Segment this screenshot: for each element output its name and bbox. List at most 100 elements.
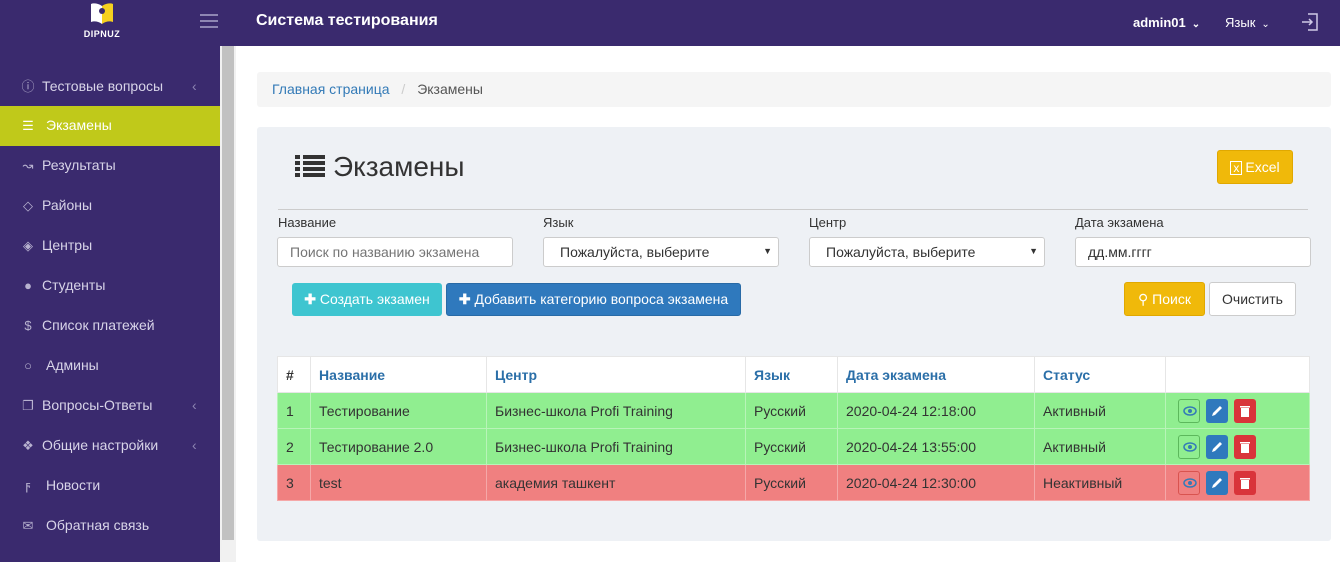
column-header-date[interactable]: Дата экзамена (837, 356, 1035, 393)
question-circle-icon: ⓘ (21, 79, 35, 94)
clear-button-label: Очистить (1222, 291, 1283, 307)
row-num: 2 (277, 428, 311, 465)
row-actions (1165, 392, 1310, 429)
sidebar-item-results[interactable]: ↝ Результаты (0, 146, 220, 186)
plus-icon: ✚ (458, 291, 471, 307)
trash-icon (1240, 477, 1250, 489)
sidebar-item-label: Результаты (42, 157, 116, 173)
add-question-category-button[interactable]: ✚ Добавить категорию вопроса экзамена (446, 283, 741, 316)
comments-icon: ✉ (22, 518, 34, 533)
language-label: Язык (1225, 15, 1256, 30)
sidebar-item-districts[interactable]: ◇ Районы (0, 186, 220, 226)
logo[interactable]: DIPNUZ (76, 2, 128, 44)
row-center: Бизнес-школа Profi Training (486, 428, 746, 465)
sidebar: ⓘ Тестовые вопросы ‹ ☰ Экзамены ↝ Резуль… (0, 46, 220, 562)
eye-icon (1183, 441, 1197, 452)
column-header-center[interactable]: Центр (486, 356, 746, 393)
search-button[interactable]: ⚲ Поиск (1124, 282, 1205, 316)
sidebar-item-exams[interactable]: ☰ Экзамены (0, 106, 220, 146)
search-icon: ⚲ (1138, 291, 1149, 307)
add-category-label: Добавить категорию вопроса экзамена (474, 291, 729, 307)
sidebar-item-label: Админы (46, 357, 99, 373)
chevron-down-icon: ⌄ (1261, 19, 1270, 30)
pencil-icon (1212, 405, 1222, 416)
layers-icon: ◇ (23, 198, 33, 213)
top-navbar: DIPNUZ Система тестирования admin01 ⌄ Язы… (0, 0, 1340, 46)
sidebar-item-centers[interactable]: ◈ Центры (0, 226, 220, 266)
create-exam-button[interactable]: ✚ Создать экзамен (292, 283, 442, 316)
sidebar-item-feedback[interactable]: ✉ Обратная связь (0, 506, 220, 546)
excel-export-button[interactable]: x Excel (1217, 150, 1293, 184)
sidebar-item-news[interactable]: ϝ Новости (0, 466, 220, 506)
table-header-row: # Название Центр Язык Дата экзамена Стат… (277, 356, 1310, 393)
bolt-icon: ϝ (25, 478, 31, 493)
sidebar-item-label: Экзамены (46, 117, 112, 133)
exams-panel: Экзамены xExcel Название Язык Пожалуйста… (257, 127, 1331, 541)
table-row: 1 Тестирование Бизнес-школа Profi Traini… (277, 392, 1310, 429)
page-title: Экзамены (295, 151, 465, 183)
row-center: академия ташкент (486, 464, 746, 501)
breadcrumb-current: Экзамены (417, 81, 483, 97)
logout-icon[interactable] (1300, 12, 1320, 32)
user-icon: ○ (24, 358, 32, 373)
list-icon (295, 154, 325, 177)
menu-toggle-icon[interactable] (200, 14, 218, 30)
edit-button[interactable] (1206, 470, 1228, 495)
sidebar-item-qa[interactable]: ❐ Вопросы-Ответы ‹ (0, 386, 220, 426)
file-excel-icon: x (1230, 161, 1243, 175)
delete-button[interactable] (1234, 398, 1256, 423)
column-header-status[interactable]: Статус (1034, 356, 1166, 393)
view-button[interactable] (1178, 398, 1200, 423)
name-search-input[interactable] (277, 237, 513, 267)
view-button[interactable] (1178, 470, 1200, 495)
create-exam-label: Создать экзамен (319, 291, 430, 307)
delete-button[interactable] (1234, 434, 1256, 459)
delete-button[interactable] (1234, 470, 1256, 495)
language-select[interactable]: Пожалуйста, выберите ▼ (543, 237, 779, 267)
date-filter-label: Дата экзамена (1075, 215, 1164, 230)
sidebar-item-payments[interactable]: $ Список платежей (0, 306, 220, 346)
table-row: 2 Тестирование 2.0 Бизнес-школа Profi Tr… (277, 428, 1310, 465)
scrollbar-thumb[interactable] (222, 46, 234, 540)
chevron-left-icon: ‹ (192, 437, 197, 453)
exam-date-input[interactable]: дд.мм.гггг (1075, 237, 1311, 267)
sidebar-item-label: Тестовые вопросы (42, 78, 164, 94)
sidebar-item-test-questions[interactable]: ⓘ Тестовые вопросы ‹ (0, 67, 220, 107)
row-name: test (310, 464, 487, 501)
center-select[interactable]: Пожалуйста, выберите ▼ (809, 237, 1045, 267)
column-header-name[interactable]: Название (310, 356, 487, 393)
row-num: 1 (277, 392, 311, 429)
sidebar-item-label: Общие настройки (42, 437, 159, 453)
row-language: Русский (745, 392, 838, 429)
pencil-icon (1212, 441, 1222, 452)
info-circle-icon: ❖ (22, 438, 34, 453)
sidebar-scrollbar[interactable] (220, 46, 236, 562)
column-header-num[interactable]: # (277, 356, 311, 393)
language-select-value: Пожалуйста, выберите (560, 244, 710, 260)
row-num: 3 (277, 464, 311, 501)
eye-icon (1183, 477, 1197, 488)
breadcrumb: Главная страница / Экзамены (257, 72, 1331, 107)
edit-button[interactable] (1206, 398, 1228, 423)
sidebar-item-admins[interactable]: ○ Админы (0, 346, 220, 386)
divider (278, 209, 1308, 210)
excel-button-label: Excel (1245, 159, 1280, 175)
sidebar-item-label: Список платежей (42, 317, 155, 333)
column-header-language[interactable]: Язык (745, 356, 838, 393)
dollar-icon: $ (24, 318, 32, 333)
sidebar-item-general-settings[interactable]: ❖ Общие настройки ‹ (0, 426, 220, 466)
center-filter-label: Центр (809, 215, 847, 230)
edit-button[interactable] (1206, 434, 1228, 459)
view-button[interactable] (1178, 434, 1200, 459)
row-status: Активный (1034, 392, 1166, 429)
chevron-down-icon: ⌄ (1191, 19, 1201, 30)
pencil-icon (1212, 477, 1222, 488)
language-menu[interactable]: Язык ⌄ (1225, 15, 1270, 30)
sidebar-item-students[interactable]: ● Студенты (0, 266, 220, 306)
user-menu[interactable]: admin01 ⌄ (1133, 15, 1200, 30)
clear-button[interactable]: Очистить (1209, 282, 1296, 316)
breadcrumb-home-link[interactable]: Главная страница (272, 81, 390, 97)
row-actions (1165, 428, 1310, 465)
eye-icon (1183, 405, 1197, 416)
exams-table: # Название Центр Язык Дата экзамена Стат… (277, 356, 1310, 501)
